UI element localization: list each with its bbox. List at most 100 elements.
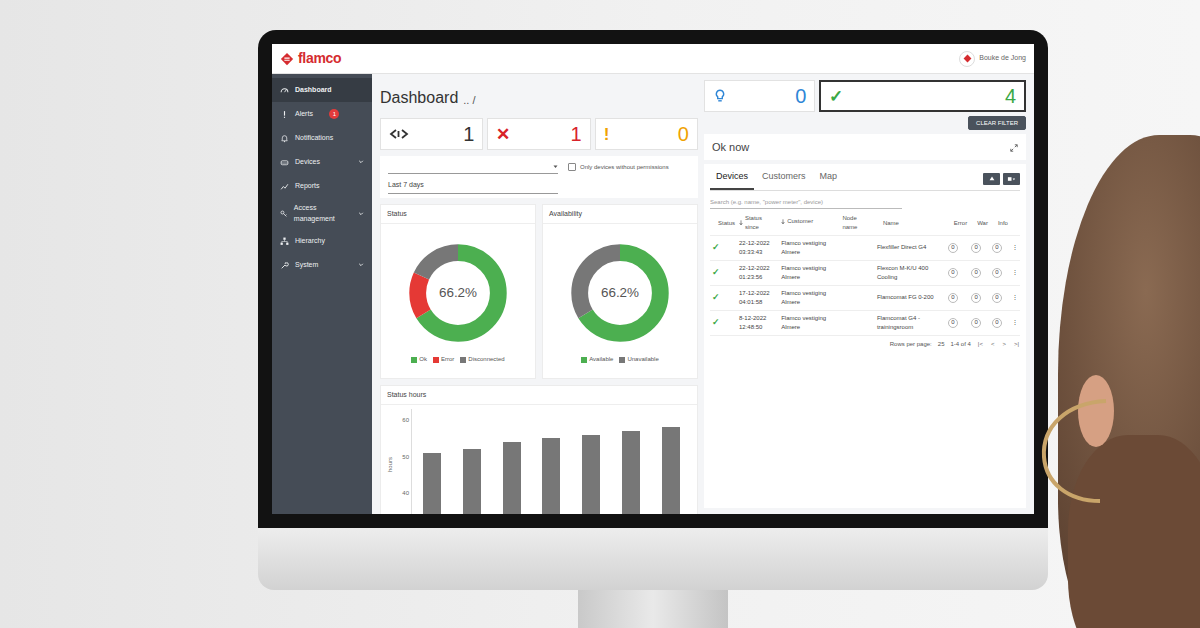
legend-item[interactable]: Available [581, 355, 613, 364]
bar[interactable] [503, 442, 521, 514]
bar[interactable] [542, 438, 560, 514]
bar[interactable] [582, 435, 600, 514]
sidebar: Dashboard Alerts1 Notifications DevicesRepo… [272, 74, 372, 514]
app-body: DashboardAlerts1NotificationsDevicesRepo… [272, 74, 1034, 514]
search-field[interactable] [710, 197, 902, 209]
graphic-part [391, 130, 407, 138]
counter-tile[interactable]: ✕1 [487, 118, 590, 150]
column-header-content: Node name [836, 214, 872, 232]
column-header[interactable]: Status since [737, 211, 779, 236]
counter-tile[interactable]: 0 [704, 80, 815, 112]
row-menu-button[interactable]: ⋮ [1012, 269, 1018, 275]
error-count: 0 [948, 243, 958, 253]
warning-cell: 0 [969, 310, 990, 335]
error-count: 0 [948, 293, 958, 303]
chart-legend: Available Unavailable [581, 355, 659, 364]
table-row[interactable]: ✓8-12-202212:48:50Flamco vestiging Almer… [710, 310, 1020, 335]
legend-item[interactable]: Error [433, 355, 454, 364]
column-header[interactable]: Customer [779, 211, 834, 236]
graphic-part [963, 55, 971, 63]
sort-down-icon [739, 220, 743, 226]
sidebar-label: Dashboard [295, 85, 332, 96]
page-button[interactable]: < [990, 340, 996, 349]
sidebar-item[interactable]: Dashboard [272, 78, 372, 102]
tab[interactable]: Map [814, 164, 844, 190]
sidebar-item[interactable]: System [272, 253, 372, 277]
alert-icon [280, 110, 289, 119]
legend-item[interactable]: Unavailable [619, 355, 658, 364]
counter-tile[interactable]: ✓4 [819, 80, 1026, 112]
page-button[interactable]: > [1001, 340, 1007, 349]
customer-select[interactable] [388, 160, 558, 174]
sidebar-item[interactable]: Alerts1 [272, 102, 372, 126]
graphic-part [281, 52, 293, 64]
since-time: 12:48:50 [739, 323, 777, 332]
table-row[interactable]: ✓22-12-202203:33:43Flamco vestiging Alme… [710, 235, 1020, 260]
legend-item[interactable]: Ok [411, 355, 427, 364]
page-button[interactable]: >| [1013, 340, 1020, 349]
table-row[interactable]: ✓17-12-202204:01:58Flamco vestiging Alme… [710, 285, 1020, 310]
bar[interactable] [463, 449, 481, 514]
checkbox[interactable] [568, 163, 576, 171]
column-header[interactable]: Status [710, 211, 737, 236]
donut-center-value: 66.2% [601, 286, 639, 301]
info-count: 0 [992, 293, 1002, 303]
sidebar-item[interactable]: Notifications [272, 126, 372, 150]
breadcrumb[interactable]: .. / [463, 92, 475, 111]
column-header[interactable]: Info [990, 211, 1010, 236]
warning-count: 0 [971, 243, 981, 253]
availability-card: Availability66.2%AvailableUnavailable [542, 204, 698, 379]
since-date: 17-12-2022 [739, 289, 777, 298]
warning-count: 0 [971, 268, 981, 278]
sidebar-item[interactable]: Access management [272, 198, 372, 229]
bar[interactable] [662, 427, 680, 514]
photo-scene: flamco Bouke de Jong Dashboard Alerts1 Notif… [0, 0, 1200, 628]
sidebar-label: Notifications [295, 133, 333, 144]
status-since-cell: 8-12-202212:48:50 [737, 310, 779, 335]
sidebar-item[interactable]: Hierarchy [272, 229, 372, 253]
since-date: 22-12-2022 [739, 239, 777, 248]
since-time: 01:23:56 [739, 273, 777, 282]
logo[interactable]: flamco [280, 48, 341, 69]
column-header[interactable]: War [969, 211, 990, 236]
row-menu-button[interactable]: ⋮ [1012, 319, 1018, 325]
clear-filter-button[interactable]: CLEAR FILTER [968, 116, 1026, 130]
legend-label: Unavailable [627, 355, 658, 364]
tab[interactable]: Customers [756, 164, 812, 190]
avatar [959, 51, 975, 67]
user-menu[interactable]: Bouke de Jong [959, 51, 1026, 67]
bar[interactable] [423, 453, 441, 514]
graphic-part [281, 88, 288, 91]
error-count: 0 [948, 318, 958, 328]
row-menu-cell: ⋮ [1010, 285, 1020, 310]
page-range: 1-4 of 4 [950, 340, 970, 349]
column-header[interactable]: Error [946, 211, 969, 236]
bar[interactable] [622, 431, 640, 514]
filter-card: Only devices without permissions Last 7 d… [380, 156, 698, 198]
column-header[interactable]: Name [875, 211, 946, 236]
page-button[interactable]: |< [977, 340, 984, 349]
sidebar-item[interactable]: Devices [272, 150, 372, 174]
expand-icon [1010, 144, 1018, 152]
table-row[interactable]: ✓22-12-202201:23:56Flamco vestiging Alme… [710, 260, 1020, 285]
legend-item[interactable]: Disconnected [460, 355, 504, 364]
main-area: Dashboard.. /1✕1!0Only devices without p… [372, 74, 1034, 514]
caret-down-icon [553, 164, 558, 169]
info-cell: 0 [990, 235, 1010, 260]
rows-per-page-select[interactable]: 25 [938, 340, 945, 349]
column-menu-button[interactable] [1003, 173, 1020, 185]
row-menu-button[interactable]: ⋮ [1012, 294, 1018, 300]
status-since-cell: 22-12-202201:23:56 [737, 260, 779, 285]
counter-tile[interactable]: !0 [595, 118, 698, 150]
column-header[interactable]: Node name [834, 211, 874, 236]
sidebar-label: System [295, 260, 318, 271]
sidebar-item[interactable]: Reports [272, 174, 372, 198]
row-menu-button[interactable]: ⋮ [1012, 244, 1018, 250]
export-button[interactable] [983, 173, 1000, 185]
expand-button[interactable] [1010, 139, 1018, 156]
permissions-checkbox[interactable]: Only devices without permissions [568, 163, 669, 172]
tab[interactable]: Devices [710, 164, 754, 190]
period-select[interactable]: Last 7 days [388, 178, 558, 194]
connection-icon [389, 128, 409, 140]
counter-tile[interactable]: 1 [380, 118, 483, 150]
